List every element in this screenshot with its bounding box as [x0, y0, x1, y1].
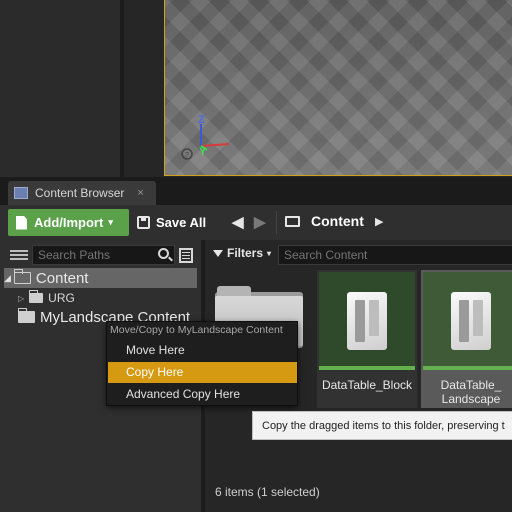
y-axis-label: Y [199, 146, 207, 158]
save-all-button[interactable]: Save All [137, 209, 206, 236]
add-import-button[interactable]: Add/Import ▾ [8, 209, 129, 236]
new-document-icon [16, 215, 27, 230]
content-browser-icon [14, 187, 28, 199]
save-icon [137, 216, 150, 229]
folder-icon [29, 290, 44, 303]
asset-tile-datatable-landscape[interactable]: DataTable_ Landscape [421, 270, 512, 408]
breadcrumb-arrow-icon[interactable]: ▶ [375, 215, 383, 228]
back-arrow-icon[interactable]: ◀ [232, 213, 244, 231]
path-breadcrumb-content[interactable]: Content [311, 213, 364, 229]
tab-content-browser[interactable]: Content Browser × [8, 181, 156, 205]
chevron-down-icon: ▾ [267, 248, 272, 258]
asset-label: DataTable_ Landscape [440, 378, 502, 406]
folder-icon [13, 269, 31, 284]
asset-thumbnail [423, 272, 512, 368]
asset-thumbnail [319, 272, 415, 368]
menu-item-copy-here[interactable]: Copy Here [108, 362, 297, 383]
tooltip: Copy the dragged items to this folder, p… [252, 411, 512, 440]
search-paths-input[interactable] [32, 245, 175, 265]
search-icon[interactable] [158, 248, 169, 259]
drag-drop-context-menu: Move/Copy to MyLandscape Content Move He… [106, 321, 298, 406]
expand-arrow-icon[interactable]: ▷ [18, 294, 24, 303]
asset-type-bar [423, 366, 512, 370]
chevron-down-icon: ▾ [108, 217, 113, 227]
expand-arrow-icon[interactable]: ◢ [4, 273, 11, 284]
toolbar-divider [276, 211, 277, 234]
level-viewport[interactable]: ? Z Y [164, 0, 512, 176]
editor-top-area: ? Z Y [0, 0, 512, 177]
filters-button[interactable]: Filters ▾ [213, 246, 271, 260]
forward-arrow-icon[interactable]: ▶ [254, 213, 266, 231]
data-table-icon [347, 292, 387, 350]
tab-bar: Content Browser × [0, 177, 512, 205]
menu-item-advanced-copy-here[interactable]: Advanced Copy Here [108, 384, 297, 405]
path-view-options-icon[interactable] [179, 248, 193, 263]
asset-label: DataTable_Block [321, 378, 413, 392]
filter-icon [213, 249, 223, 257]
sources-toggle-icon[interactable] [10, 248, 28, 264]
z-axis-label: Z [198, 114, 205, 126]
item-count-status: 6 items (1 selected) [215, 485, 320, 499]
tree-item-label: Content [35, 269, 89, 287]
left-panel-column-2 [124, 0, 160, 177]
left-panel-strip [0, 0, 160, 177]
content-browser-toolbar: Add/Import ▾ Save All ◀ ▶ Content ▶ [0, 205, 512, 240]
search-content-input[interactable] [278, 245, 512, 265]
tree-item-urg[interactable]: ▷ URG [18, 288, 75, 308]
menu-item-move-here[interactable]: Move Here [108, 340, 297, 361]
save-all-label: Save All [156, 215, 207, 230]
folder-icon [18, 308, 35, 323]
menu-heading: Move/Copy to MyLandscape Content [110, 324, 283, 336]
asset-tile-datatable-block[interactable]: DataTable_Block [317, 270, 417, 408]
folder-icon [285, 216, 300, 227]
asset-type-bar [319, 366, 415, 370]
filters-label: Filters [227, 246, 264, 260]
svg-text:?: ? [185, 152, 189, 159]
left-panel-column [0, 0, 120, 177]
add-import-label: Add/Import [34, 215, 104, 230]
tree-item-content[interactable]: ◢ Content [4, 268, 197, 288]
close-icon[interactable]: × [137, 187, 143, 199]
tree-item-label: URG [48, 291, 75, 305]
tab-label: Content Browser [35, 186, 125, 200]
data-table-icon [451, 292, 491, 350]
axis-gizmo-icon: ? Z Y [181, 114, 241, 164]
